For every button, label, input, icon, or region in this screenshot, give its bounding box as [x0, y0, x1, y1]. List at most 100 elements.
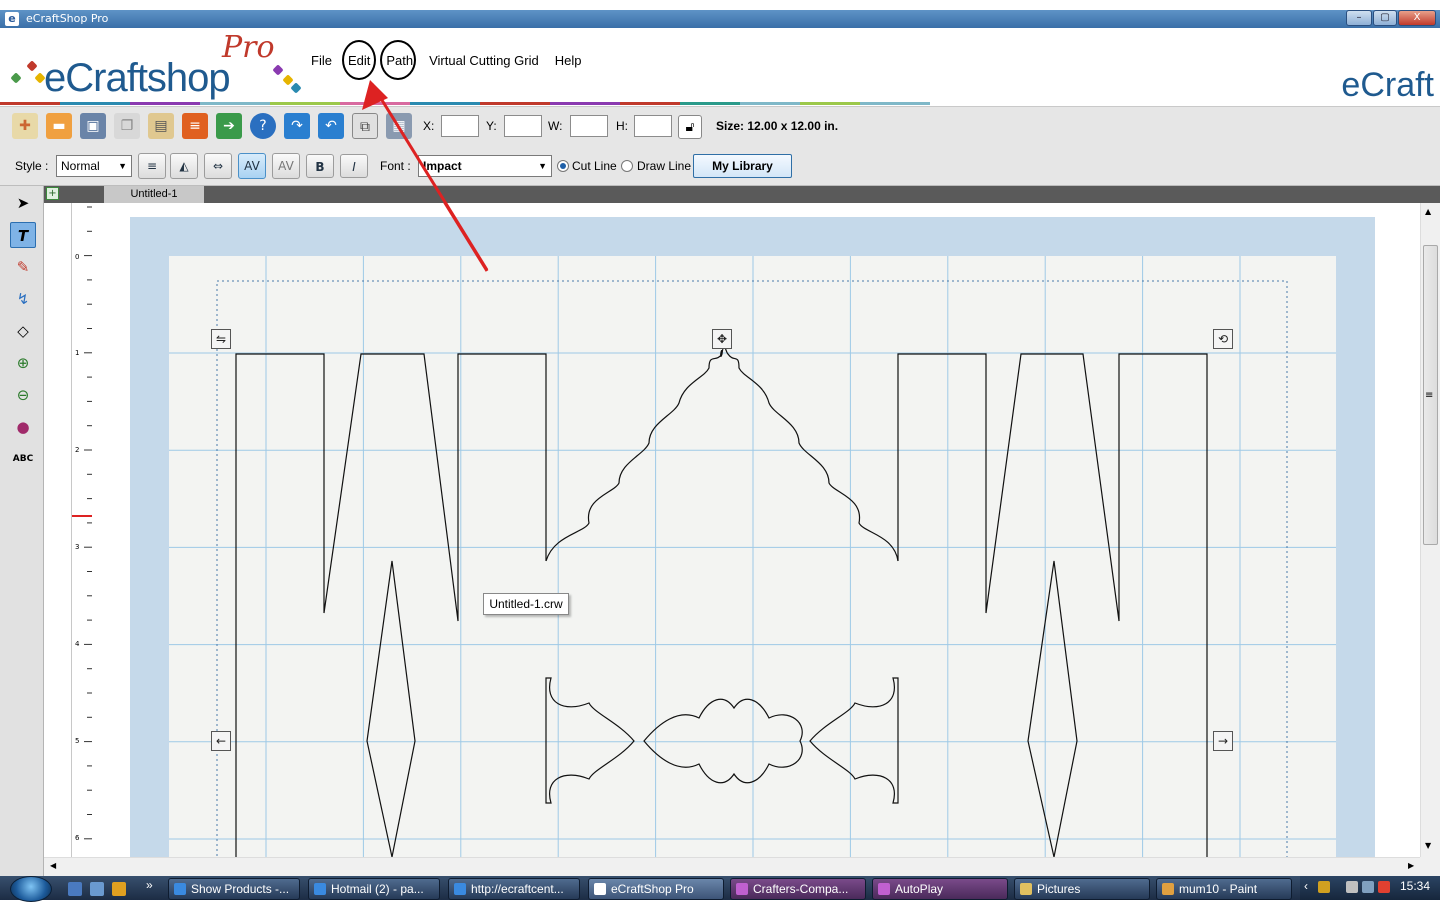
taskbar-item[interactable]: AutoPlay: [872, 878, 1008, 900]
chevron-down-icon: ▼: [118, 161, 127, 171]
copy-icon[interactable]: ❐: [114, 113, 140, 139]
text-tool-icon[interactable]: T: [10, 222, 36, 248]
zoom-in-icon[interactable]: ⊕: [10, 350, 36, 376]
taskbar-item[interactable]: Show Products -...: [168, 878, 300, 900]
left-resize-handle-icon[interactable]: ←: [211, 731, 231, 751]
taskbar-item-label: Hotmail (2) - pa...: [331, 882, 424, 896]
taskbar-item-label: http://ecraftcent...: [471, 882, 564, 896]
w-field[interactable]: [570, 115, 608, 137]
bezier-tool-icon[interactable]: ↯: [10, 286, 36, 312]
minimize-button[interactable]: –: [1346, 10, 1372, 26]
draw-line-label: Draw Line: [637, 159, 692, 173]
logo-pro: Pro: [222, 30, 275, 65]
paste-icon[interactable]: ▤: [148, 113, 174, 139]
color-strip: [740, 102, 800, 105]
switch-windows-icon[interactable]: [90, 882, 104, 896]
show-desktop-icon[interactable]: [68, 882, 82, 896]
help-icon[interactable]: ?: [250, 113, 276, 139]
h-label: H:: [616, 119, 628, 133]
right-resize-handle-icon[interactable]: →: [1213, 731, 1233, 751]
taskbar-item-active[interactable]: eCraftShop Pro: [588, 878, 724, 900]
logo-burst-icon: [10, 72, 22, 84]
vertical-scrollbar[interactable]: ▲ ≡ ▼: [1420, 203, 1440, 857]
chevron-down-icon: ▼: [538, 161, 547, 171]
style-label: Style :: [15, 159, 49, 173]
folder-icon: [1020, 883, 1032, 895]
pencil-tool-icon[interactable]: ✎: [10, 254, 36, 280]
paint-icon: [1162, 883, 1174, 895]
tray-device-icon[interactable]: [1346, 881, 1358, 893]
align-icon[interactable]: ≡: [138, 153, 166, 179]
scroll-down-icon[interactable]: ▼: [1425, 841, 1431, 850]
flip-horizontal-icon[interactable]: ◭: [170, 153, 198, 179]
h-field[interactable]: [634, 115, 672, 137]
pointer-tool-icon[interactable]: ➤: [10, 190, 36, 216]
logo-burst-icon: [26, 60, 38, 72]
tab-untitled-1[interactable]: Untitled-1: [104, 186, 204, 203]
y-field[interactable]: [504, 115, 542, 137]
kerning-icon[interactable]: AV: [238, 153, 266, 179]
tray-expand-icon[interactable]: ‹: [1304, 879, 1308, 893]
taskbar-item-label: Show Products -...: [191, 882, 290, 896]
style-value: Normal: [61, 159, 100, 173]
scroll-up-icon[interactable]: ▲: [1425, 207, 1431, 216]
color-strip: [130, 102, 200, 105]
menu-file[interactable]: File: [305, 51, 338, 71]
export-icon[interactable]: ➔: [216, 113, 242, 139]
horizontal-scrollbar[interactable]: ◀ ▶: [44, 857, 1420, 876]
scroll-left-icon[interactable]: ◀: [50, 861, 56, 870]
media-player-icon[interactable]: [112, 882, 126, 896]
size-readout: Size: 12.00 x 12.00 in.: [716, 119, 839, 133]
move-handle-icon[interactable]: ✥: [712, 329, 732, 349]
rotate-handle-icon[interactable]: ⟲: [1213, 329, 1233, 349]
taskbar-item[interactable]: Crafters-Compa...: [730, 878, 866, 900]
layers-icon[interactable]: ≡: [182, 113, 208, 139]
open-icon[interactable]: ▬: [46, 113, 72, 139]
flip-vertical-icon[interactable]: ⇔: [204, 153, 232, 179]
start-button[interactable]: [10, 876, 52, 902]
craft-icon: [878, 883, 890, 895]
window-title: eCraftShop Pro: [26, 12, 109, 25]
taskbar-item[interactable]: mum10 - Paint: [1156, 878, 1292, 900]
tray-app-icon[interactable]: [1318, 881, 1330, 893]
color-tool-icon[interactable]: ●: [10, 414, 36, 440]
scroll-grip-icon: ≡: [1425, 390, 1434, 401]
color-strip: [620, 102, 680, 105]
close-button[interactable]: X: [1398, 10, 1436, 26]
new-icon[interactable]: ✚: [12, 113, 38, 139]
spell-tool-icon[interactable]: ABC: [10, 446, 36, 472]
canvas-area[interactable]: 0 1 2 3 4 5 6 ⇋ ✥ ⟲ ← → Untitled-1.crw: [44, 203, 1420, 857]
arrow-shaft: [370, 83, 489, 271]
draw-line-radio[interactable]: [621, 160, 633, 172]
menu-virtual-cutting-grid[interactable]: Virtual Cutting Grid: [423, 51, 545, 71]
my-library-button[interactable]: My Library: [693, 154, 792, 178]
save-icon[interactable]: ▣: [80, 113, 106, 139]
taskbar-item[interactable]: Hotmail (2) - pa...: [308, 878, 440, 900]
spacing-icon[interactable]: AV: [272, 153, 300, 179]
annotation-arrow-overlay: [362, 80, 489, 271]
system-tray: ‹ 15:34: [1300, 876, 1440, 900]
flip-handle-icon[interactable]: ⇋: [211, 329, 231, 349]
text-toolbar: Style : Normal ▼ ≡ ◭ ⇔ AV AV B I Font : I…: [0, 146, 1440, 186]
style-select[interactable]: Normal ▼: [56, 155, 132, 177]
taskbar-item-label: eCraftShop Pro: [611, 882, 694, 896]
eraser-tool-icon[interactable]: ◇: [10, 318, 36, 344]
taskbar-item[interactable]: Pictures: [1014, 878, 1150, 900]
menu-help[interactable]: Help: [549, 51, 588, 71]
maximize-button[interactable]: ▢: [1373, 10, 1397, 26]
ecraft-logo: eCraft: [1316, 32, 1434, 104]
scroll-right-icon[interactable]: ▶: [1408, 861, 1414, 870]
new-tab-icon[interactable]: +: [46, 187, 59, 200]
zoom-out-icon[interactable]: ⊖: [10, 382, 36, 408]
ie-icon: [314, 883, 326, 895]
clock[interactable]: 15:34: [1400, 879, 1430, 893]
color-strip: [680, 102, 740, 105]
ecraft-icon: [594, 883, 606, 895]
volume-icon[interactable]: [1378, 881, 1390, 893]
network-icon[interactable]: [1362, 881, 1374, 893]
quicklaunch-chevron[interactable]: »: [146, 878, 153, 892]
lock-icon[interactable]: 🔓︎: [678, 115, 702, 139]
design-canvas[interactable]: [44, 203, 1420, 857]
cut-line-radio[interactable]: [557, 160, 569, 172]
taskbar-item[interactable]: http://ecraftcent...: [448, 878, 580, 900]
